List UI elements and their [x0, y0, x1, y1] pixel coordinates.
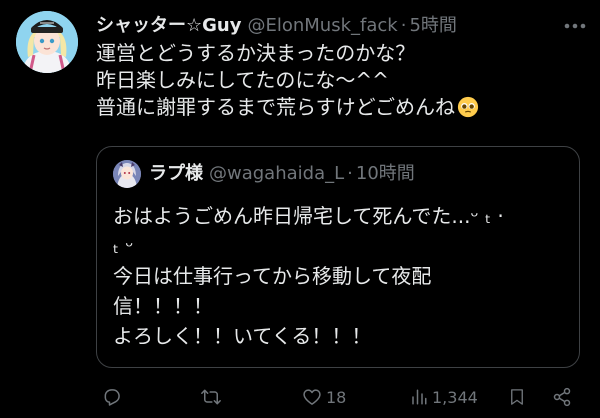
heart-icon	[303, 389, 321, 405]
share-icon	[553, 387, 571, 407]
tweet-line: 昨日楽しみにしてたのにな〜^^	[96, 68, 389, 92]
like-count: 18	[326, 387, 347, 407]
more-options-icon[interactable]	[564, 23, 586, 29]
tweet-line-with-emoji: 普通に謝罪するまで荒らすけどごめんね	[96, 94, 584, 121]
retweet-button[interactable]	[200, 384, 222, 410]
action-bar: 18 1,344	[96, 384, 584, 410]
anime-avatar-icon	[113, 160, 141, 188]
quoted-line: ₜ ᵕ	[113, 234, 134, 258]
quoted-tweet[interactable]: ラプ様 @wagahaida_L · 10時間 おはようごめん昨日帰宅して死んで…	[96, 146, 580, 368]
bookmark-icon	[511, 389, 523, 405]
views-count: 1,344	[432, 387, 478, 407]
pleading-face-emoji	[457, 96, 479, 118]
quoted-timestamp[interactable]: 10時間	[356, 162, 415, 186]
quoted-tweet-header: ラプ様 @wagahaida_L · 10時間	[113, 160, 415, 188]
retweet-icon	[201, 389, 221, 405]
tweet-text: 運営とどうするか決まったのかな？ 昨日楽しみにしてたのにな〜^^ 普通に謝罪する…	[96, 40, 584, 121]
quoted-user-handle[interactable]: @wagahaida_L	[209, 162, 344, 186]
like-button[interactable]: 18	[302, 384, 346, 410]
separator-dot: ·	[347, 163, 353, 184]
bookmark-button[interactable]	[508, 384, 526, 410]
quoted-avatar[interactable]	[113, 160, 141, 188]
display-name[interactable]: シャッター☆Guy	[96, 14, 241, 38]
quoted-display-name[interactable]: ラプ様	[149, 162, 203, 186]
tweet-line: 運営とどうするか決まったのかな？	[96, 41, 416, 65]
reply-icon	[104, 389, 120, 406]
user-handle[interactable]: @ElonMusk_fack	[247, 14, 397, 38]
quoted-line: よろしく！！いてくる！！！	[113, 324, 372, 348]
quoted-tweet-text: おはようごめん昨日帰宅して死んでた...ᵕ ₜ · ₜ ᵕ 今日は仕事行ってから…	[113, 201, 573, 351]
timestamp[interactable]: 5時間	[409, 14, 456, 38]
views-button[interactable]: 1,344	[410, 384, 478, 410]
tweet-line: 普通に謝罪するまで荒らすけどごめんね	[96, 95, 455, 119]
quoted-line: 今日は仕事行ってから移動して夜配	[113, 264, 432, 288]
quoted-line: おはようごめん昨日帰宅して死んでた...ᵕ ₜ ·	[113, 204, 504, 228]
avatar[interactable]	[16, 11, 78, 73]
anime-avatar-icon	[16, 11, 78, 73]
share-button[interactable]	[552, 384, 572, 410]
views-chart-icon	[412, 389, 427, 405]
quoted-line: 信！！！！	[113, 294, 213, 318]
separator-dot: ·	[400, 15, 407, 36]
tweet-header: シャッター☆Guy @ElonMusk_fack · 5時間	[96, 14, 586, 38]
reply-button[interactable]	[102, 384, 122, 410]
